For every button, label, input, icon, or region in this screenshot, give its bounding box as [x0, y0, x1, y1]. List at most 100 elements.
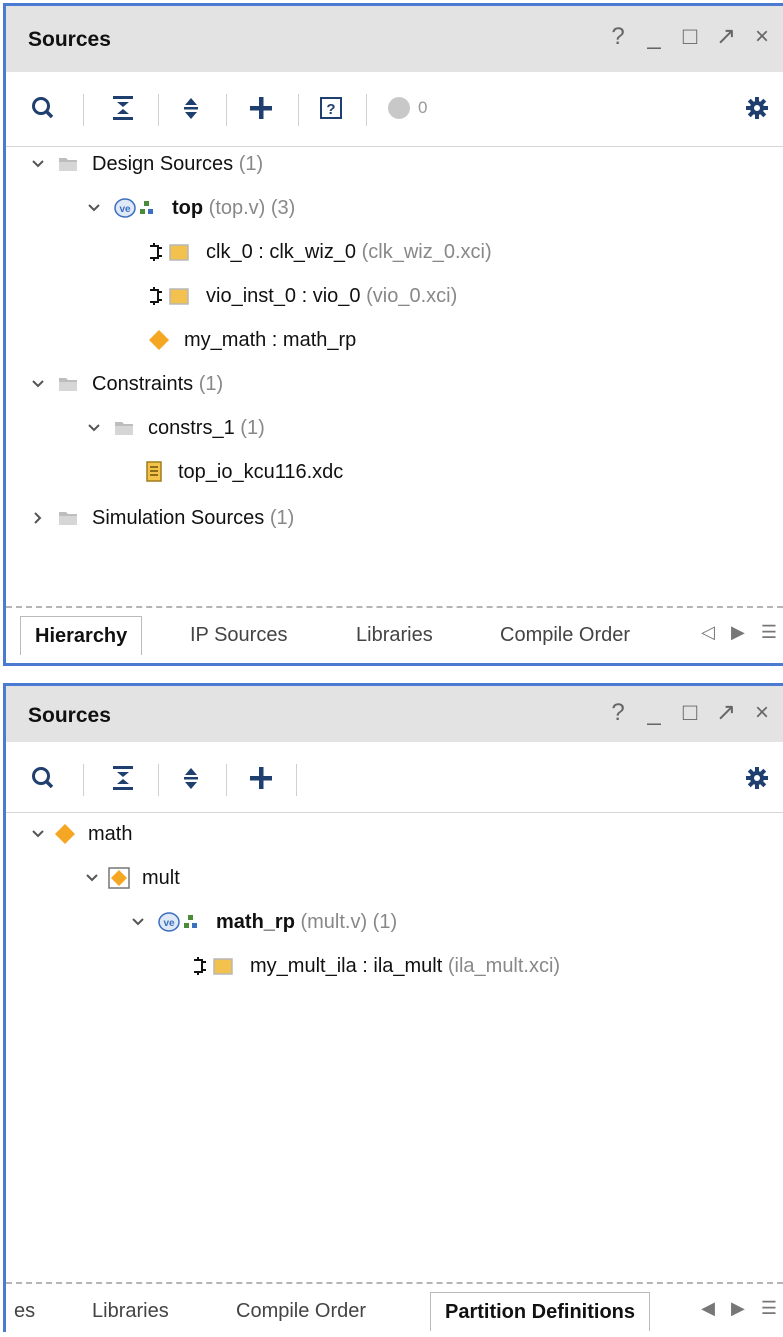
tree-meta: (vio_0.xci): [366, 284, 458, 307]
minimize-button[interactable]: _: [643, 700, 665, 726]
chevron-down-icon[interactable]: [84, 423, 104, 433]
tab-menu-icon[interactable]: ☰: [761, 1298, 777, 1319]
status-dot-icon: [388, 97, 410, 119]
tree-row-math-rp[interactable]: ve math_rp (mult.v) (1): [128, 906, 397, 938]
settings-button[interactable]: [742, 760, 772, 796]
tree-row-my-mult-ila[interactable]: my_mult_ila : ila_mult (ila_mult.xci): [192, 950, 560, 982]
tab-scroll-right-icon[interactable]: ▶: [731, 1298, 745, 1319]
tab-scroll-right-icon[interactable]: ▶: [731, 622, 745, 643]
add-sources-button[interactable]: [244, 760, 278, 796]
tree-row-my-math[interactable]: my_math : math_rp: [148, 324, 356, 356]
sources-toolbar: ? 0: [6, 72, 783, 147]
tree-row-design-sources[interactable]: Design Sources (1): [28, 148, 263, 180]
tab-scroll-left-icon[interactable]: ◁: [701, 622, 715, 643]
close-button[interactable]: ×: [751, 700, 773, 726]
add-sources-button[interactable]: [244, 90, 278, 126]
close-button[interactable]: ×: [751, 24, 773, 50]
chevron-down-icon[interactable]: [28, 159, 48, 169]
panel-titlebar: Sources ? _ □ ↗ ×: [6, 686, 783, 742]
svg-text:ve: ve: [119, 204, 131, 215]
panel-title: Sources: [28, 704, 111, 727]
tree-label: my_mult_ila : ila_mult: [250, 954, 443, 977]
panel-tabbar: Hierarchy IP Sources Libraries Compile O…: [6, 606, 783, 658]
partition-def-icon: [108, 867, 130, 889]
tab-hierarchy[interactable]: Hierarchy: [20, 616, 143, 655]
collapse-all-button[interactable]: [108, 760, 138, 796]
chevron-right-icon[interactable]: [28, 511, 48, 525]
tab-ip-sources[interactable]: IP Sources: [176, 616, 301, 654]
tab-libraries[interactable]: Libraries: [342, 616, 447, 654]
settings-button[interactable]: [742, 90, 772, 126]
expand-all-button[interactable]: [176, 90, 206, 126]
search-icon: [32, 97, 54, 119]
search-button[interactable]: [28, 90, 58, 126]
sources-panel-partitions: Sources ? _ □ ↗ × math mult ve math_rp (…: [3, 683, 783, 1332]
chevron-down-icon[interactable]: [28, 829, 48, 839]
tree-row-mult[interactable]: mult: [82, 862, 180, 894]
minimize-button[interactable]: _: [643, 24, 665, 50]
gear-icon: [746, 97, 768, 119]
panel-titlebar: Sources ? _ □ ↗ ×: [6, 6, 783, 72]
partition-icon: [54, 823, 76, 845]
tree-label: top_io_kcu116.xdc: [178, 460, 344, 483]
plus-icon: [250, 767, 272, 789]
float-button[interactable]: ↗: [715, 700, 737, 726]
tab-libraries[interactable]: Libraries: [78, 1292, 183, 1330]
status-indicator: 0: [386, 90, 446, 126]
tree-meta: (1): [198, 372, 224, 395]
chevron-down-icon[interactable]: [84, 203, 104, 213]
folder-icon: [58, 376, 78, 392]
tab-menu-icon[interactable]: ☰: [761, 622, 777, 643]
panel-tabbar: es Libraries Compile Order Partition Def…: [6, 1282, 783, 1337]
sources-toolbar: [6, 742, 783, 813]
tree-meta: (1): [238, 152, 264, 175]
folder-icon: [58, 156, 78, 172]
maximize-button[interactable]: □: [679, 700, 701, 726]
tree-row-xdc[interactable]: top_io_kcu116.xdc: [146, 456, 343, 488]
float-button[interactable]: ↗: [715, 24, 737, 50]
tree-label: vio_inst_0 : vio_0: [206, 284, 361, 307]
tree-label: Simulation Sources: [92, 506, 265, 529]
tree-label: math_rp: [216, 910, 295, 933]
tab-compile-order[interactable]: Compile Order: [486, 616, 644, 654]
tree-meta: (clk_wiz_0.xci): [361, 240, 492, 263]
tree-label: my_math : math_rp: [184, 328, 357, 351]
search-icon: [32, 767, 54, 789]
tree-row-constrs1[interactable]: constrs_1 (1): [84, 412, 265, 444]
source-help-button[interactable]: ?: [316, 90, 346, 126]
tab-partition-definitions[interactable]: Partition Definitions: [430, 1292, 650, 1331]
plus-icon: [250, 97, 272, 119]
tree-row-constraints[interactable]: Constraints (1): [28, 368, 223, 400]
tree-row-clk0[interactable]: clk_0 : clk_wiz_0 (clk_wiz_0.xci): [148, 236, 492, 268]
expand-all-icon: [184, 98, 198, 119]
search-button[interactable]: [28, 760, 58, 796]
tree-label: constrs_1: [148, 416, 235, 439]
ip-core-icon: [148, 286, 192, 306]
tree-row-vio-inst0[interactable]: vio_inst_0 : vio_0 (vio_0.xci): [148, 280, 457, 312]
tree-label: top: [172, 196, 204, 219]
tab-compile-order[interactable]: Compile Order: [222, 1292, 380, 1330]
tab-ip-sources-partial[interactable]: es: [0, 1292, 49, 1330]
tree-row-simulation-sources[interactable]: Simulation Sources (1): [28, 502, 294, 534]
collapse-all-button[interactable]: [108, 90, 138, 126]
window-controls: ? _ □ ↗ ×: [607, 24, 773, 50]
tab-scroll-left-icon[interactable]: ◀: [701, 1298, 715, 1319]
tree-label: clk_0 : clk_wiz_0: [206, 240, 357, 263]
tree-meta: (ila_mult.xci): [447, 954, 561, 977]
window-controls: ? _ □ ↗ ×: [607, 700, 773, 726]
tree-label: Design Sources: [92, 152, 234, 175]
chevron-down-icon[interactable]: [128, 917, 148, 927]
collapse-all-icon: [113, 96, 133, 120]
help-button[interactable]: ?: [607, 700, 629, 726]
expand-all-button[interactable]: [176, 760, 206, 796]
folder-icon: [114, 420, 134, 436]
verilog-module-icon: ve: [114, 198, 158, 218]
tree-row-top[interactable]: ve top (top.v) (3): [84, 192, 295, 224]
chevron-down-icon[interactable]: [28, 379, 48, 389]
tree-meta: (mult.v) (1): [300, 910, 398, 933]
tree-row-math[interactable]: math: [28, 818, 132, 850]
maximize-button[interactable]: □: [679, 24, 701, 50]
chevron-down-icon[interactable]: [82, 873, 102, 883]
help-button[interactable]: ?: [607, 24, 629, 50]
gear-icon: [746, 767, 768, 789]
